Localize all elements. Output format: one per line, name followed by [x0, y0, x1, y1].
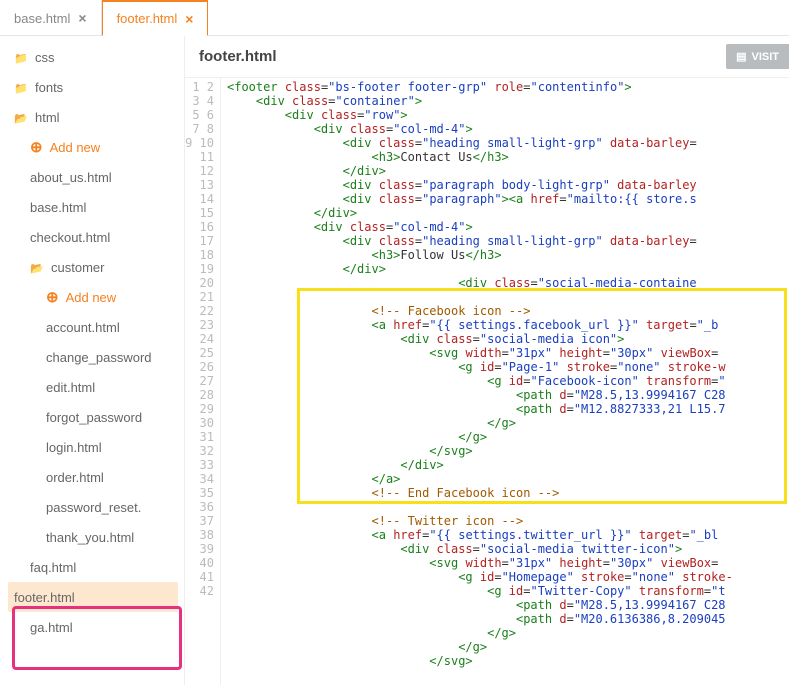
file-item-footer-html[interactable]: footer.html: [8, 582, 178, 612]
folder-icon: [14, 50, 28, 65]
file-item-about-us-html[interactable]: about_us.html: [14, 162, 184, 192]
code-editor[interactable]: 1 2 3 4 5 6 7 8 9 10 11 12 13 14 15 16 1…: [185, 78, 789, 685]
file-item-thank-you-html[interactable]: thank_you.html: [14, 522, 184, 552]
page-title: footer.html: [199, 48, 277, 65]
folder-item-css[interactable]: css: [14, 42, 184, 72]
line-gutter: 1 2 3 4 5 6 7 8 9 10 11 12 13 14 15 16 1…: [185, 78, 221, 685]
tree-item-label: change_password: [46, 350, 152, 365]
plus-icon: ⊕: [46, 288, 59, 306]
tree-item-label: edit.html: [46, 380, 95, 395]
tab-label: base.html: [14, 11, 70, 26]
tree-item-label: fonts: [35, 80, 63, 95]
tree-item-label: Add new: [50, 140, 101, 155]
tree-item-label: Add new: [66, 290, 117, 305]
add-new-item[interactable]: ⊕ Add new: [14, 282, 184, 312]
file-item-ga-html[interactable]: ga.html: [14, 612, 184, 642]
folder-icon: [14, 80, 28, 95]
file-item-password-reset-[interactable]: password_reset.: [14, 492, 184, 522]
file-item-change-password[interactable]: change_password: [14, 342, 184, 372]
tree-item-label: account.html: [46, 320, 120, 335]
tree-item-label: about_us.html: [30, 170, 112, 185]
tree-item-label: footer.html: [14, 590, 75, 605]
file-item-forgot-password[interactable]: forgot_password: [14, 402, 184, 432]
folder-item-html[interactable]: html: [14, 102, 184, 132]
tree-item-label: base.html: [30, 200, 86, 215]
file-item-checkout-html[interactable]: checkout.html: [14, 222, 184, 252]
tree-item-label: ga.html: [30, 620, 73, 635]
tree-item-label: css: [35, 50, 55, 65]
tree-item-label: faq.html: [30, 560, 76, 575]
tree-item-label: html: [35, 110, 60, 125]
folder-open-icon: [14, 110, 28, 125]
folder-item-fonts[interactable]: fonts: [14, 72, 184, 102]
file-item-base-html[interactable]: base.html: [14, 192, 184, 222]
folder-item-customer[interactable]: customer: [14, 252, 184, 282]
tab-label: footer.html: [117, 11, 178, 26]
content-header: footer.html ▤ VISIT: [185, 36, 789, 78]
visit-label: VISIT: [751, 51, 779, 63]
plus-icon: ⊕: [30, 138, 43, 156]
tree-item-label: forgot_password: [46, 410, 142, 425]
file-item-edit-html[interactable]: edit.html: [14, 372, 184, 402]
close-icon[interactable]: ×: [185, 11, 193, 27]
visit-button[interactable]: ▤ VISIT: [726, 44, 789, 69]
file-tree-sidebar: css fonts html ⊕ Add new about_us.html base.ht…: [0, 36, 185, 685]
tree-item-label: password_reset.: [46, 500, 141, 515]
file-item-account-html[interactable]: account.html: [14, 312, 184, 342]
tree-item-label: checkout.html: [30, 230, 110, 245]
tab-footer-html[interactable]: footer.html ×: [102, 0, 209, 36]
folder-open-icon: [30, 260, 44, 275]
file-item-faq-html[interactable]: faq.html: [14, 552, 184, 582]
tree-item-label: order.html: [46, 470, 104, 485]
external-link-icon: ▤: [736, 50, 746, 63]
tree-item-label: login.html: [46, 440, 102, 455]
tab-bar: base.html × footer.html ×: [0, 0, 789, 36]
tree-item-label: thank_you.html: [46, 530, 134, 545]
file-item-order-html[interactable]: order.html: [14, 462, 184, 492]
code-area[interactable]: <footer class="bs-footer footer-grp" rol…: [221, 78, 789, 685]
tab-base-html[interactable]: base.html ×: [0, 0, 102, 36]
tree-item-label: customer: [51, 260, 104, 275]
file-item-login-html[interactable]: login.html: [14, 432, 184, 462]
close-icon[interactable]: ×: [78, 10, 86, 26]
add-new-item[interactable]: ⊕ Add new: [14, 132, 184, 162]
